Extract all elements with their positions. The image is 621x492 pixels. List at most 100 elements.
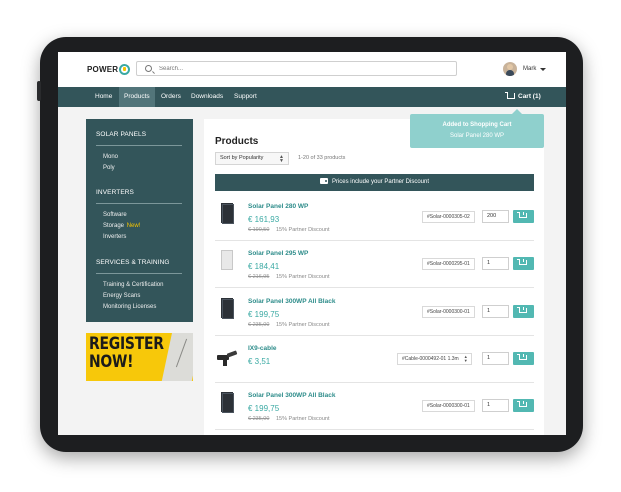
search-box[interactable] [136,61,457,76]
sort-arrows-icon: ▲ ▼ [279,154,284,164]
cart-button[interactable]: Cart (1) [505,87,541,107]
sku-label: #Solar-0000300-01 [422,306,475,318]
quantity-input[interactable]: 1 [482,352,509,365]
sidebar-section-services-training[interactable]: SERVICES & TRAINING [96,259,170,266]
sidebar-item-mono[interactable]: Mono [103,154,118,160]
discount-label: 15% Partner Discount [276,227,330,233]
original-price: € 235,00 [248,322,270,328]
product-price: € 199,75 [248,310,280,319]
chevron-down-icon [540,67,547,71]
sku-label: #Solar-0000300-01 [422,400,475,412]
new-badge: New! [126,223,141,229]
add-to-cart-button[interactable] [513,352,534,365]
product-name[interactable]: Solar Panel 295 WP [248,250,308,257]
discount-label: 15% Partner Discount [276,274,330,280]
cart-icon [517,354,527,360]
partner-discount-banner: Prices include your Partner Discount [215,174,534,191]
solar-panel-image[interactable] [221,298,234,319]
cable-part [223,359,227,366]
quantity-input[interactable]: 1 [482,305,509,318]
product-name[interactable]: IX9-cable [248,345,277,352]
sidebar-item-software[interactable]: Software [103,212,127,218]
search-icon [145,65,152,72]
solar-panel-image[interactable] [221,203,234,224]
sidebar-section-solar-panels[interactable]: SOLAR PANELS [96,131,146,138]
add-to-cart-button[interactable] [513,399,534,412]
added-to-cart-toast[interactable]: Added to Shopping Cart Solar Panel 280 W… [410,109,544,148]
screen: POWER Mark Home Products Orders Download… [58,52,566,435]
add-to-cart-button[interactable] [513,305,534,318]
quantity-input[interactable]: 1 [482,399,509,412]
result-count: 1-20 of 33 products [298,155,346,161]
top-bar: POWER Mark [58,52,566,87]
cart-label: Cart (1) [518,93,541,100]
promo-text: REGISTER NOW! [89,335,164,371]
promo-wall-graphic [161,333,193,381]
quantity-input[interactable]: 200 [482,210,509,223]
nav-item-products[interactable]: Products [119,87,155,107]
add-to-cart-button[interactable] [513,210,534,223]
sort-value: Sort by Popularity [220,155,264,161]
promo-line-2: NOW! [89,352,134,372]
main-nav: Home Products Orders Downloads Support C… [58,87,566,107]
product-row: Solar Panel 300WP All Black € 199,75 € 2… [215,383,534,430]
product-name[interactable]: Solar Panel 280 WP [248,203,308,210]
category-sidebar: SOLAR PANELS Mono Poly INVERTERS Softwar… [86,119,193,322]
cart-icon [517,259,527,265]
add-to-cart-button[interactable] [513,257,534,270]
banner-text: Prices include your Partner Discount [331,179,430,185]
product-name[interactable]: Solar Panel 300WP All Black [248,298,335,305]
tag-icon [319,178,328,184]
cart-icon [517,212,527,218]
sidebar-section-inverters[interactable]: INVERTERS [96,189,134,196]
product-row: Solar Panel 295 WP € 184,41 € 216,95 15%… [215,241,534,288]
quantity-input[interactable]: 1 [482,257,509,270]
toast-title: Added to Shopping Cart [442,122,512,128]
solar-panel-image[interactable] [221,250,233,270]
user-menu[interactable]: Mark [503,61,547,77]
sort-select[interactable]: Sort by Popularity ▲ ▼ [215,152,289,165]
product-list-panel: Products Sort by Popularity ▲ ▼ 1-20 of 33… [204,119,544,435]
sidebar-item-energy-scans[interactable]: Energy Scans [103,293,140,299]
cart-icon [517,307,527,313]
product-price: € 199,75 [248,404,280,413]
original-price: € 190,50 [248,227,270,233]
toast-subtitle: Solar Panel 280 WP [449,133,505,139]
divider [96,145,182,146]
discount-label: 15% Partner Discount [276,322,330,328]
nav-item-orders[interactable]: Orders [156,87,186,107]
nav-item-support[interactable]: Support [229,87,262,107]
sidebar-item-label: Storage [103,223,125,229]
stage: POWER Mark Home Products Orders Download… [0,0,621,492]
select-arrows-icon: ▲ ▼ [463,354,468,363]
sidebar-item-poly[interactable]: Poly [103,165,115,171]
product-name[interactable]: Solar Panel 300WP All Black [248,392,335,399]
logo-text: POWER [87,65,119,74]
cable-image[interactable] [217,350,239,366]
discount-label: 15% Partner Discount [276,416,330,422]
product-row: Solar Panel 300WP All Black € 199,75 € 2… [215,289,534,336]
product-row: Solar Panel 280 WP € 161,93 € 190,50 15%… [215,194,534,241]
original-price: € 235,00 [248,416,270,422]
user-name: Mark [523,66,537,72]
product-price: € 184,41 [248,262,280,271]
sidebar-item-storage[interactable]: Storage New! [103,223,140,229]
nav-item-downloads[interactable]: Downloads [186,87,228,107]
search-input[interactable] [159,63,449,74]
sidebar-item-monitoring[interactable]: Monitoring Licenses [103,304,156,310]
cart-icon [505,92,515,99]
page-title: Products [215,136,259,147]
register-promo-banner[interactable]: REGISTER NOW! [86,333,193,381]
nav-item-home[interactable]: Home [90,87,117,107]
sidebar-item-training[interactable]: Training & Certification [103,282,163,288]
sidebar-item-inverters[interactable]: Inverters [103,234,126,240]
original-price: € 216,95 [248,274,270,280]
product-price: € 3,51 [248,357,271,366]
solar-panel-image[interactable] [221,392,234,413]
product-price: € 161,93 [248,215,280,224]
logo[interactable]: POWER [87,64,131,75]
divider [96,273,182,274]
sku-label: #Solar-0000295-01 [422,258,475,270]
avatar [503,62,517,76]
cable-variant-select[interactable]: #Cable-0000492-01 1.3m ▲ ▼ [397,353,472,365]
